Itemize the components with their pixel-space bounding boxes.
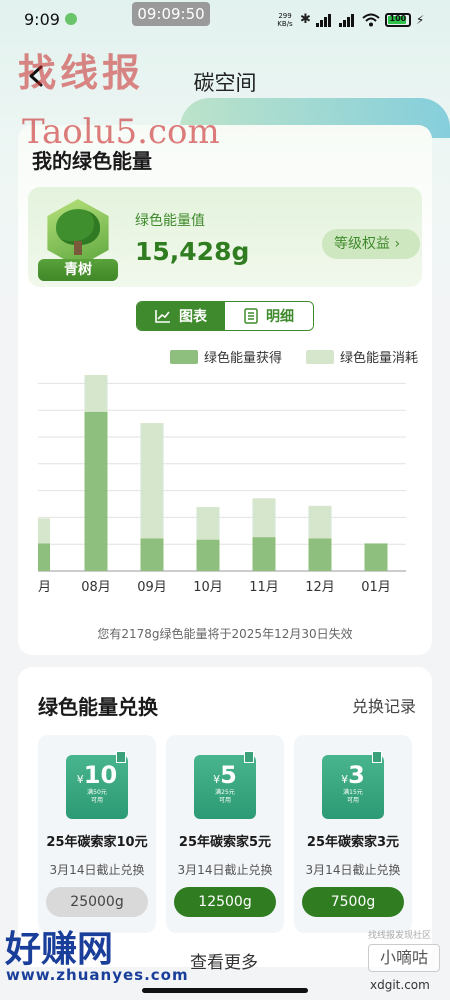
coupon-name: 25年碳索家5元 bbox=[178, 835, 272, 850]
app-notification-icon bbox=[65, 13, 77, 25]
battery-level: 100 bbox=[389, 13, 407, 23]
status-icons: ✱ 100 ⚡ bbox=[300, 12, 424, 27]
tab-detail-label: 明细 bbox=[266, 309, 294, 325]
coupon-usable: 可用 bbox=[90, 797, 103, 804]
bar-consume-0 bbox=[38, 518, 50, 544]
signal-2-icon bbox=[338, 13, 357, 27]
energy-value: 15,428g bbox=[135, 237, 250, 266]
coupon-amount: 5 bbox=[220, 761, 237, 789]
tree-icon bbox=[56, 209, 100, 245]
see-more-link[interactable]: 查看更多 bbox=[190, 948, 258, 973]
watermark-bottom-url: www.zhuanyes.com bbox=[6, 966, 189, 984]
bar-gain-1 bbox=[84, 411, 108, 571]
wifi-icon bbox=[362, 13, 380, 26]
coupon-deadline: 3月14日截止兑换 bbox=[177, 863, 273, 877]
coupon-card[interactable]: ¥3 满15元 可用 25年碳索家3元 3月14日截止兑换 7500g bbox=[294, 735, 412, 933]
coupon-ticket-icon: ¥5 满25元 可用 bbox=[194, 751, 256, 819]
x-tick-label: 08月 bbox=[81, 580, 111, 595]
net-speed-unit: KB/s bbox=[277, 20, 293, 28]
tab-chart[interactable]: 图表 bbox=[137, 302, 225, 330]
expire-note: 您有2178g绿色能量将于2025年12月30日失效 bbox=[97, 627, 353, 641]
exchange-record-link[interactable]: 兑换记录 bbox=[352, 693, 416, 717]
energy-value-label: 绿色能量值 bbox=[135, 213, 205, 229]
level-badge: 青树 bbox=[38, 199, 118, 283]
bar-gain-2 bbox=[140, 538, 164, 571]
status-time: 9:09 bbox=[24, 10, 60, 29]
bar-gain-3 bbox=[196, 539, 220, 571]
coupon-usable: 可用 bbox=[346, 797, 359, 804]
status-bar: 9:09 09:09:50 299 KB/s ✱ 100 ⚡ bbox=[0, 0, 450, 40]
bar-consume-5 bbox=[308, 505, 332, 539]
bookmark-icon bbox=[372, 751, 382, 763]
bar-consume-2 bbox=[140, 423, 164, 539]
energy-summary: 青树 绿色能量值 15,428g 等级权益 › bbox=[28, 187, 422, 287]
coupon-redeem-button[interactable]: 7500g bbox=[302, 887, 404, 917]
coupon-deadline: 3月14日截止兑换 bbox=[49, 863, 145, 877]
x-tick-label: 10月 bbox=[193, 580, 223, 595]
watermark-top: 找线报 bbox=[18, 50, 145, 95]
x-tick-label: 09月 bbox=[137, 580, 167, 595]
legend-label-gain: 绿色能量获得 bbox=[204, 351, 283, 366]
home-indicator[interactable] bbox=[142, 988, 308, 993]
coupon-name: 25年碳索家3元 bbox=[306, 835, 400, 850]
chart-legend: 绿色能量获得 绿色能量消耗 bbox=[170, 347, 418, 366]
tab-chart-label: 图表 bbox=[179, 309, 207, 325]
watermark-right-logo: 小嘀咕 bbox=[368, 944, 440, 972]
bar-consume-3 bbox=[196, 507, 220, 540]
screen-record-timer: 09:09:50 bbox=[132, 2, 210, 26]
x-tick-label: 01月 bbox=[361, 580, 391, 595]
watermark-right-url: xdgit.com bbox=[370, 978, 430, 992]
bookmark-icon bbox=[244, 751, 254, 763]
coupon-ticket-icon: ¥10 满50元 可用 bbox=[66, 751, 128, 819]
net-speed: 299 KB/s bbox=[275, 12, 295, 28]
level-benefits-button[interactable]: 等级权益 › bbox=[322, 229, 420, 259]
bar-consume-1 bbox=[84, 375, 108, 412]
list-icon bbox=[244, 308, 258, 324]
signal-1-icon bbox=[315, 13, 334, 27]
energy-bar-chart[interactable]: 月 08月 09月 10月 11月 12月 01月 bbox=[18, 375, 432, 605]
coupon-redeem-button[interactable]: 25000g bbox=[46, 887, 148, 917]
coupon-usable: 可用 bbox=[218, 797, 231, 804]
level-badge-label: 青树 bbox=[38, 259, 118, 281]
bar-gain-6 bbox=[364, 543, 388, 571]
watermark-top-url: Taolu5.com bbox=[22, 112, 220, 152]
coupon-amount: 10 bbox=[83, 761, 118, 789]
x-tick-label: 12月 bbox=[305, 580, 335, 595]
coupon-currency: ¥ bbox=[76, 773, 84, 786]
bar-gain-5 bbox=[308, 538, 332, 571]
watermark-bottom: 好赚网 bbox=[5, 928, 114, 970]
x-tick-label: 月 bbox=[38, 580, 51, 595]
coupon-threshold: 满50元 bbox=[87, 789, 107, 796]
bluetooth-icon: ✱ bbox=[300, 12, 311, 27]
coupon-ticket-icon: ¥3 满15元 可用 bbox=[322, 751, 384, 819]
tab-detail[interactable]: 明细 bbox=[225, 302, 313, 330]
exchange-title: 绿色能量兑换 bbox=[38, 695, 158, 719]
coupon-threshold: 满15元 bbox=[343, 789, 363, 796]
coupon-deadline: 3月14日截止兑换 bbox=[305, 863, 401, 877]
coupon-amount: 3 bbox=[348, 761, 365, 789]
bookmark-icon bbox=[116, 751, 126, 763]
coupon-name: 25年碳索家10元 bbox=[46, 835, 148, 850]
legend-label-consume: 绿色能量消耗 bbox=[340, 351, 419, 366]
coupon-redeem-button[interactable]: 12500g bbox=[174, 887, 276, 917]
charging-icon: ⚡ bbox=[415, 12, 425, 27]
green-energy-card: 我的绿色能量 青树 绿色能量值 15,428g 等级权益 › 图表 明细 绿色能… bbox=[18, 125, 432, 655]
bar-consume-4 bbox=[252, 498, 276, 538]
legend-swatch-consume bbox=[306, 349, 335, 364]
bar-gain-4 bbox=[252, 537, 276, 571]
view-toggle: 图表 明细 bbox=[136, 301, 314, 331]
watermark-right-caption: 找线报发现社区 bbox=[368, 931, 432, 941]
coupon-threshold: 满25元 bbox=[215, 789, 235, 796]
chart-icon bbox=[155, 310, 170, 323]
legend-item-gain: 绿色能量获得 bbox=[170, 347, 282, 366]
bar-gain-0 bbox=[38, 543, 50, 571]
battery-icon: 100 bbox=[384, 12, 411, 27]
legend-item-consume: 绿色能量消耗 bbox=[306, 347, 418, 366]
x-tick-label: 11月 bbox=[249, 580, 279, 595]
coupon-card[interactable]: ¥10 满50元 可用 25年碳索家10元 3月14日截止兑换 25000g bbox=[38, 735, 156, 933]
legend-swatch-gain bbox=[170, 349, 198, 364]
net-speed-value: 299 bbox=[278, 12, 292, 20]
coupon-card[interactable]: ¥5 满25元 可用 25年碳索家5元 3月14日截止兑换 12500g bbox=[166, 735, 284, 933]
coupon-list: ¥10 满50元 可用 25年碳索家10元 3月14日截止兑换 25000g ¥5 满25元可… bbox=[38, 735, 412, 933]
